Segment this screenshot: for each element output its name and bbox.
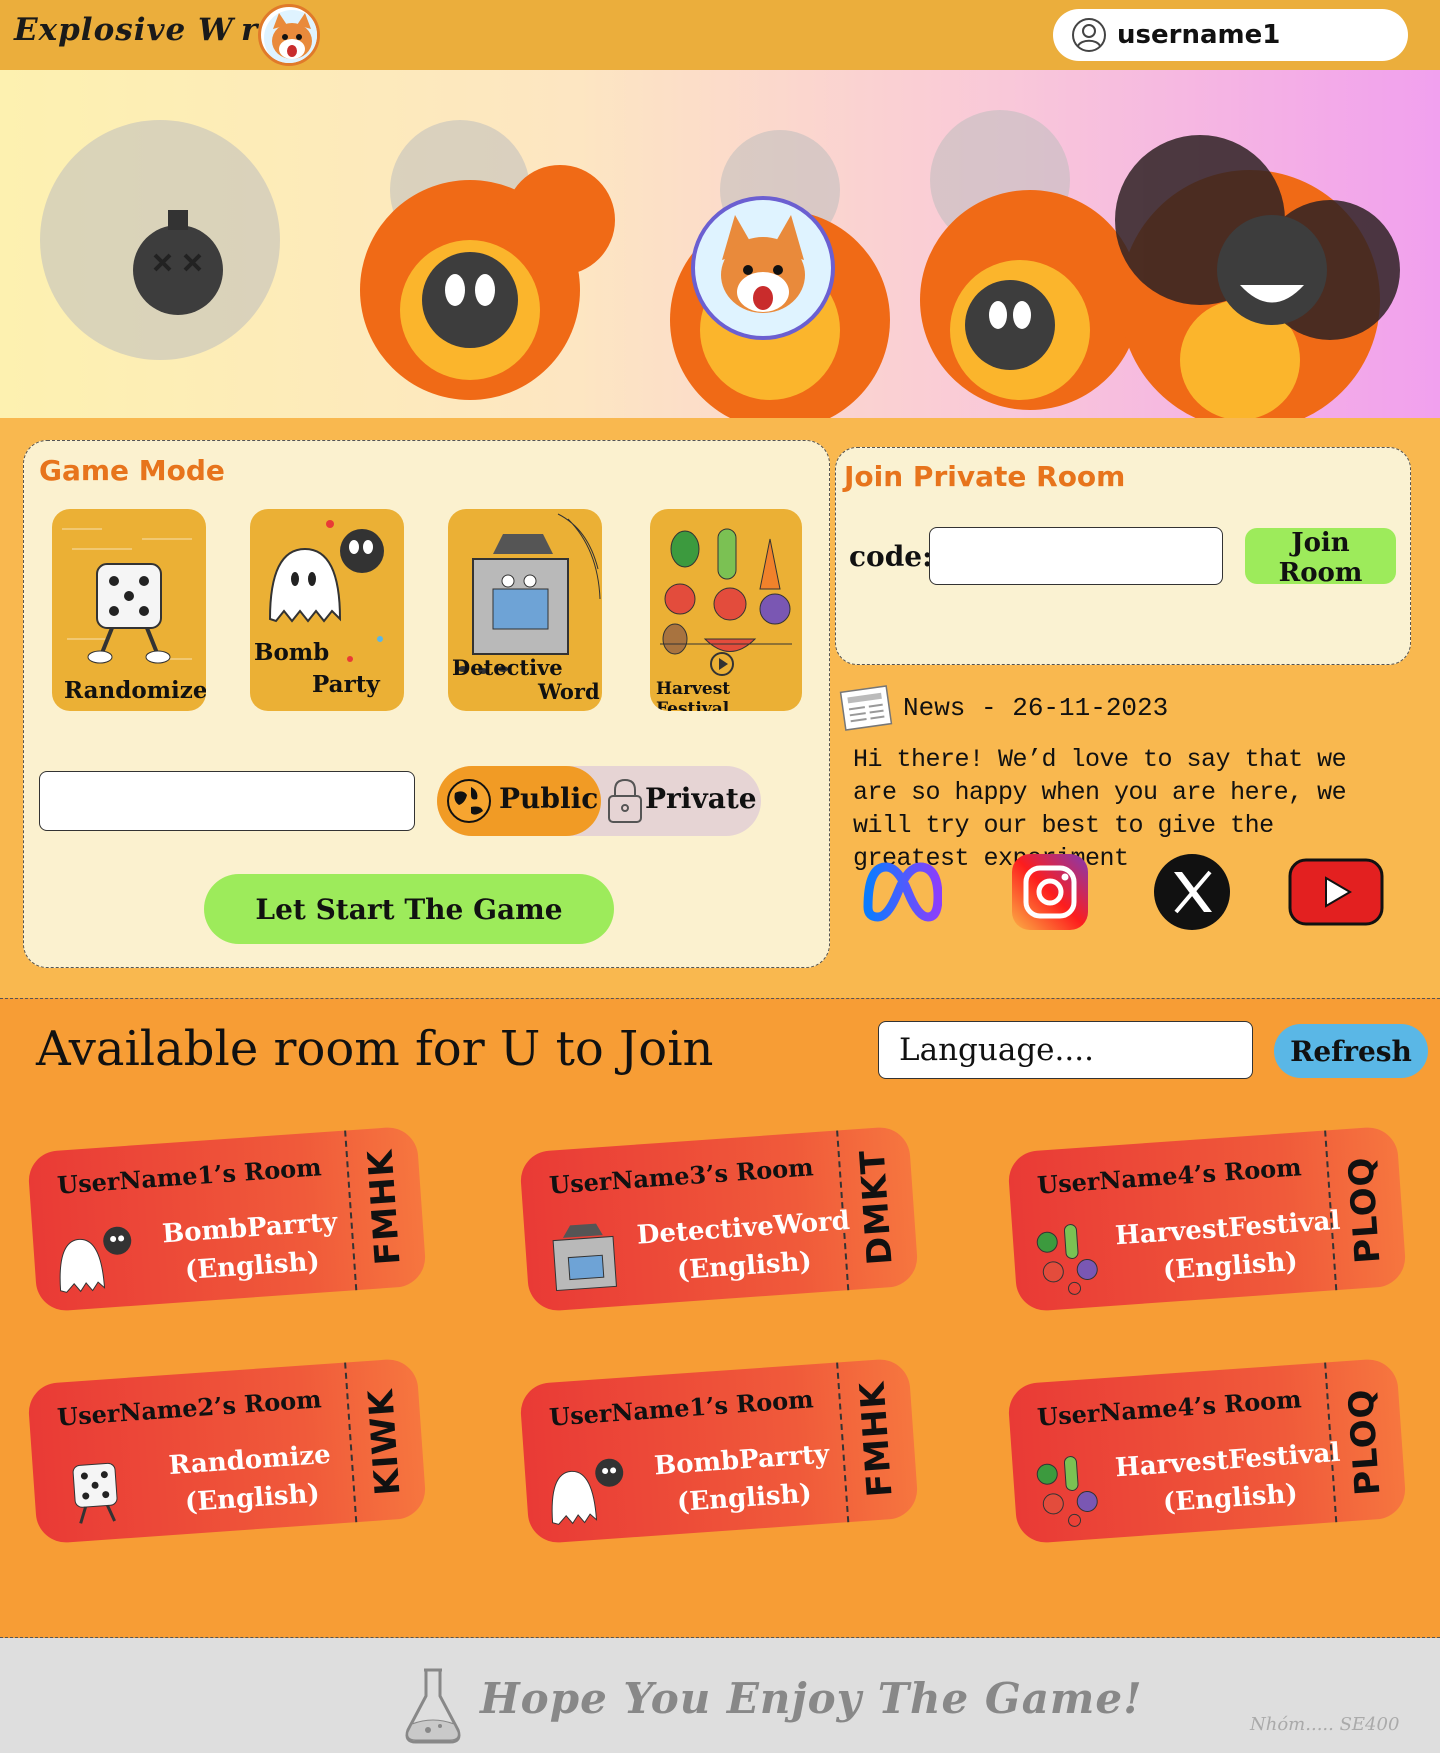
game-mode-title: Game Mode bbox=[39, 454, 225, 487]
mode-label-line2: Party bbox=[312, 671, 380, 698]
join-private-room-panel: Join Private Room code: Join Room bbox=[835, 447, 1411, 665]
shiba-mascot-icon bbox=[258, 4, 320, 66]
game-mode-panel: Game Mode Randomize Bomb Party Detective… bbox=[23, 440, 830, 968]
room-ticket[interactable]: UserName1’s Room BombParrty (English) FM… bbox=[518, 1357, 920, 1545]
mode-card-bomb-party[interactable]: Bomb Party bbox=[250, 509, 404, 711]
public-label: Public bbox=[499, 782, 599, 815]
mode-label: Randomize bbox=[64, 677, 206, 704]
mode-label-line1: Bomb bbox=[254, 639, 330, 666]
room-mode: Randomize (English) bbox=[144, 1434, 359, 1524]
mode-label-line1: Detective bbox=[452, 655, 563, 680]
app-logo-text[interactable]: Explosive W rd bbox=[14, 12, 281, 48]
room-code: FMHK bbox=[360, 1147, 409, 1267]
room-ticket[interactable]: UserName4’s Room HarvestFestival (Englis… bbox=[1006, 1125, 1408, 1313]
instagram-icon[interactable] bbox=[1008, 852, 1092, 932]
footer: Hope You Enjoy The Game! Nhóm..... SE400 bbox=[0, 1638, 1440, 1753]
news-heading: News - 26-11-2023 bbox=[903, 693, 1169, 723]
newspaper-icon bbox=[839, 685, 893, 731]
lock-icon bbox=[608, 778, 642, 823]
meta-icon[interactable] bbox=[858, 852, 942, 932]
room-code: KIWK bbox=[361, 1387, 409, 1497]
detective-box-icon bbox=[552, 1223, 617, 1292]
username-label: username1 bbox=[1117, 20, 1281, 50]
room-mode: BombParrty (English) bbox=[144, 1202, 359, 1292]
dice-icon bbox=[72, 1462, 118, 1524]
hero-banner bbox=[0, 70, 1440, 418]
mode-card-detective-word[interactable]: Detective Word bbox=[448, 509, 602, 711]
room-code: FMHK bbox=[852, 1379, 901, 1499]
room-name-input[interactable] bbox=[39, 771, 415, 831]
room-mode: HarvestFestival (English) bbox=[1112, 1202, 1347, 1294]
language-filter-input[interactable] bbox=[878, 1021, 1253, 1079]
vegetables-music-icon bbox=[1036, 1456, 1098, 1527]
room-code-input[interactable] bbox=[929, 527, 1223, 585]
mode-card-randomize[interactable]: Randomize bbox=[52, 509, 206, 711]
join-room-title: Join Private Room bbox=[844, 460, 1126, 493]
youtube-icon[interactable] bbox=[1286, 852, 1386, 932]
bomb-explosion-illustration bbox=[40, 110, 1400, 418]
mode-label-line2: Word bbox=[538, 679, 600, 704]
footer-credit: Nhóm..... SE400 bbox=[1250, 1714, 1400, 1735]
room-ticket[interactable]: UserName2’s Room Randomize (English) KIW… bbox=[26, 1357, 428, 1545]
x-icon[interactable] bbox=[1150, 852, 1234, 932]
room-code: DMKT bbox=[852, 1148, 901, 1267]
start-game-button[interactable]: Let Start The Game bbox=[204, 874, 614, 944]
globe-icon bbox=[447, 779, 491, 823]
room-code: PLOQ bbox=[1341, 1155, 1389, 1265]
refresh-button[interactable]: Refresh bbox=[1274, 1024, 1428, 1078]
user-profile-pill[interactable]: username1 bbox=[1053, 9, 1408, 61]
room-mode: BombParrty (English) bbox=[636, 1434, 851, 1524]
available-rooms-section: Available room for U to Join Refresh Use… bbox=[0, 998, 1440, 1638]
mode-label: Harvest Festival bbox=[656, 679, 731, 711]
private-label[interactable]: Private bbox=[645, 782, 757, 815]
room-ticket[interactable]: UserName1’s Room BombParrty (English) FM… bbox=[26, 1125, 428, 1313]
visibility-toggle[interactable]: Public Private bbox=[437, 766, 761, 836]
room-mode: HarvestFestival (English) bbox=[1112, 1434, 1347, 1526]
room-code: PLOQ bbox=[1341, 1387, 1389, 1497]
public-option[interactable]: Public bbox=[437, 766, 601, 836]
ghost-bomb-icon bbox=[59, 1226, 132, 1293]
room-mode: DetectiveWord (English) bbox=[636, 1202, 851, 1292]
vegetables-music-icon bbox=[1036, 1224, 1098, 1295]
join-room-button[interactable]: Join Room bbox=[1245, 528, 1396, 588]
room-ticket[interactable]: UserName3’s Room DetectiveWord (English)… bbox=[518, 1125, 920, 1313]
potion-flask-icon bbox=[405, 1668, 461, 1744]
user-avatar-icon bbox=[1072, 18, 1106, 52]
top-bar: Explosive W rd username1 bbox=[0, 0, 1440, 70]
rooms-section-title: Available room for U to Join bbox=[36, 1021, 714, 1077]
ghost-bomb-icon bbox=[551, 1458, 624, 1525]
code-label: code: bbox=[849, 540, 933, 573]
mode-card-harvest-festival[interactable]: Harvest Festival bbox=[650, 509, 802, 711]
footer-tagline: Hope You Enjoy The Game! bbox=[480, 1674, 1143, 1723]
room-ticket[interactable]: UserName4’s Room HarvestFestival (Englis… bbox=[1006, 1357, 1408, 1545]
